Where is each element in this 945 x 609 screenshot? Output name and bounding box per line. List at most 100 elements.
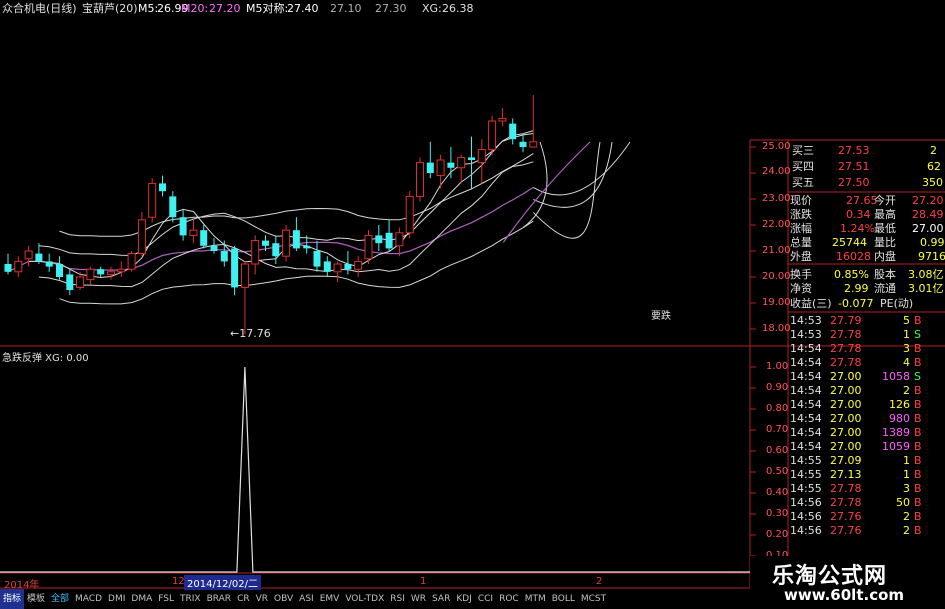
stat-row: 总量 25744 量比 0.99	[790, 236, 945, 249]
tab-11[interactable]: OBV	[271, 589, 296, 609]
tick-side: S	[914, 370, 921, 383]
tab-23[interactable]: MCST	[578, 589, 609, 609]
tab-19[interactable]: CCI	[475, 589, 496, 609]
candle-body-down	[200, 230, 208, 246]
tick-row[interactable]: 14:54 27.00 1059 B	[790, 440, 945, 454]
tick-side: B	[914, 384, 922, 397]
tab-6[interactable]: FSL	[155, 589, 177, 609]
tick-time: 14:56	[790, 510, 822, 523]
price-tick: 25.00	[762, 141, 791, 152]
tick-price: 27.78	[830, 342, 862, 355]
tick-row[interactable]: 14:56 27.76 2 B	[790, 524, 945, 538]
candle-body-up	[24, 250, 33, 260]
candle-body-up	[137, 219, 146, 255]
tick-price: 27.00	[830, 384, 862, 397]
tick-volume: 3	[903, 342, 910, 355]
stat-row: 涨跌 0.34 最高 28.49	[790, 208, 944, 221]
tick-price: 27.00	[830, 426, 862, 439]
tick-price: 27.78	[830, 328, 862, 341]
tab-1[interactable]: 模板	[24, 589, 48, 609]
cursor-date: 2014/12/02/二	[184, 575, 262, 590]
candle-body-down	[231, 248, 239, 288]
tick-row[interactable]: 14:55 27.78 3 B	[790, 482, 945, 496]
signal-tick: 0.40	[766, 487, 789, 498]
tick-row[interactable]: 14:56 27.76 2 B	[790, 510, 945, 524]
sub-indicator-title: 急跌反弹 XG: 0.00	[2, 353, 89, 364]
candle-body-up	[127, 253, 136, 270]
candle-body-up	[251, 240, 260, 265]
tick-price: 27.76	[830, 510, 862, 523]
tick-row[interactable]: 14:55 27.09 1 B	[790, 454, 945, 468]
tab-15[interactable]: RSI	[387, 589, 408, 609]
tick-row[interactable]: 14:54 27.00 1058 S	[790, 370, 945, 384]
tick-price: 27.13	[830, 468, 862, 481]
tab-9[interactable]: CR	[234, 589, 253, 609]
tab-4[interactable]: DMI	[105, 589, 128, 609]
tick-volume: 2	[903, 384, 910, 397]
watermark-url: www.60lt.com	[784, 586, 905, 604]
candle-body-up	[86, 268, 95, 281]
tick-row[interactable]: 14:54 27.00 1389 B	[790, 426, 945, 440]
candle-body-down	[272, 243, 280, 257]
tick-side: B	[914, 496, 922, 509]
stock-title: 众合机电(日线)	[2, 2, 77, 15]
tab-3[interactable]: MACD	[72, 589, 105, 609]
xg-label: XG:	[422, 2, 442, 15]
tick-price: 27.78	[830, 496, 862, 509]
tick-row[interactable]: 14:53 27.79 5 B	[790, 314, 945, 328]
m20-value: 27.20	[209, 2, 241, 15]
month-label: 12	[172, 576, 185, 587]
tick-time: 14:56	[790, 524, 822, 537]
tab-8[interactable]: BRAR	[204, 589, 234, 609]
indicator-header: 众合机电(日线) 宝葫芦(20) M5: 26.99 M20: 27.20 M5…	[0, 0, 945, 18]
tick-row[interactable]: 14:54 27.78 3 B	[790, 342, 945, 356]
tick-side: B	[914, 342, 922, 355]
candle-body-up	[457, 156, 466, 169]
tab-18[interactable]: KDJ	[453, 589, 475, 609]
tick-row[interactable]: 14:55 27.13 1 B	[790, 468, 945, 482]
tick-row[interactable]: 14:54 27.00 980 B	[790, 412, 945, 426]
candle-body-down	[262, 240, 269, 246]
tab-20[interactable]: ROC	[496, 589, 522, 609]
indicator-name: 宝葫芦(20)	[82, 2, 138, 15]
xg-value: 26.38	[442, 2, 474, 15]
tick-volume: 1	[903, 454, 910, 467]
tick-time: 14:54	[790, 426, 822, 439]
tick-time: 14:54	[790, 342, 822, 355]
tab-16[interactable]: WR	[408, 589, 429, 609]
tab-2[interactable]: 全部	[48, 589, 72, 609]
tick-volume: 3	[903, 482, 910, 495]
tick-row[interactable]: 14:54 27.00 126 B	[790, 398, 945, 412]
tab-12[interactable]: ASI	[296, 589, 317, 609]
tick-volume: 126	[889, 398, 910, 411]
candle-body-up	[529, 141, 538, 148]
candle-body-down	[35, 253, 43, 262]
tick-time: 14:53	[790, 328, 822, 341]
tick-row[interactable]: 14:53 27.78 1 S	[790, 328, 945, 342]
tab-14[interactable]: VOL-TDX	[342, 589, 387, 609]
watermark: 乐淘公式网 www.60lt.com	[750, 556, 945, 609]
tab-7[interactable]: TRIX	[177, 589, 204, 609]
tick-volume: 1	[903, 468, 910, 481]
tab-17[interactable]: SAR	[429, 589, 453, 609]
tab-21[interactable]: MTM	[522, 589, 549, 609]
tab-0[interactable]: 指标	[0, 589, 25, 609]
m20-label: M20:	[181, 2, 209, 15]
tab-22[interactable]: BOLL	[549, 589, 578, 609]
tick-row[interactable]: 14:56 27.78 50 B	[790, 496, 945, 510]
tick-row[interactable]: 14:54 27.00 2 B	[790, 384, 945, 398]
candle-body-up	[405, 195, 414, 234]
tab-10[interactable]: VR	[253, 589, 271, 609]
tick-side: B	[914, 426, 922, 439]
price-tick: 24.00	[762, 166, 791, 177]
candle-body-up	[189, 229, 198, 236]
tick-row[interactable]: 14:54 27.78 4 B	[790, 356, 945, 370]
tab-5[interactable]: DMA	[128, 589, 155, 609]
tab-13[interactable]: EMV	[317, 589, 343, 609]
stat-row: 外盘 16028 内盘 9716	[790, 250, 945, 263]
tick-volume: 1	[903, 328, 910, 341]
price-tick: 21.00	[762, 245, 791, 256]
tick-volume: 5	[903, 314, 910, 327]
tick-price: 27.00	[830, 370, 862, 383]
signal-tick: 0.90	[766, 382, 789, 393]
